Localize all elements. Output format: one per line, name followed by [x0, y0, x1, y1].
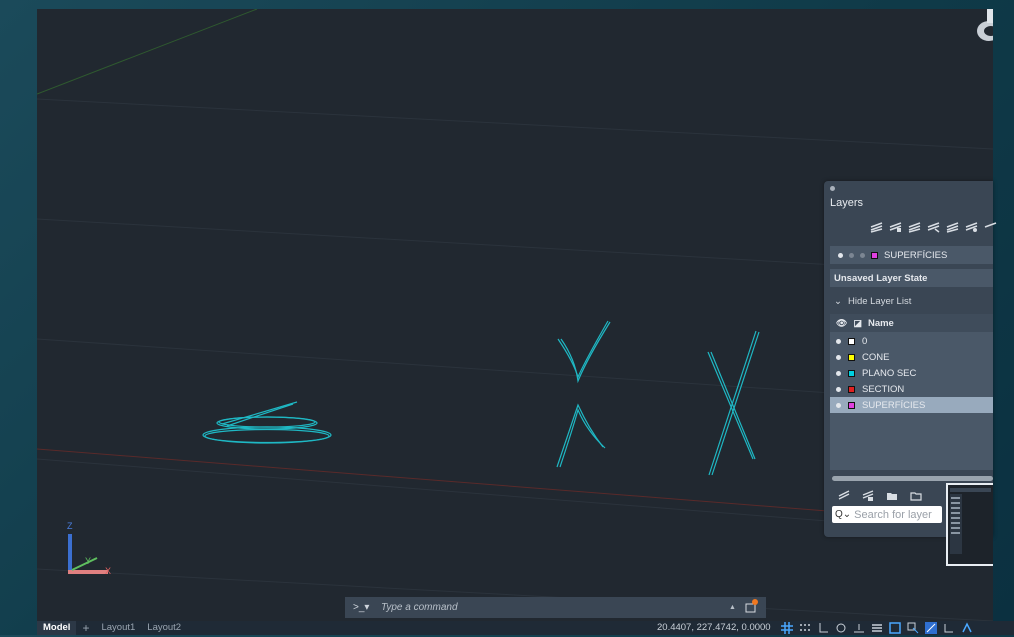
- new-layer-vp-icon[interactable]: [889, 221, 902, 233]
- lineweight-icon[interactable]: [871, 622, 883, 634]
- layer-row[interactable]: SECTION: [830, 381, 993, 397]
- transparency-icon[interactable]: [889, 622, 901, 634]
- layer-name: SUPERFÍCIES: [862, 399, 926, 411]
- current-layer-color: [871, 251, 878, 259]
- ortho-icon[interactable]: [817, 622, 829, 634]
- horizontal-scrollbar[interactable]: [832, 476, 993, 481]
- layer-row-selected[interactable]: SUPERFÍCIES: [830, 397, 993, 413]
- layer-search-input[interactable]: [854, 508, 941, 521]
- command-prompt-icon[interactable]: >_▾: [353, 602, 379, 613]
- polar-icon[interactable]: [835, 622, 847, 634]
- layer-color-swatch[interactable]: [848, 353, 855, 361]
- layer-filter-icon[interactable]: [862, 490, 874, 501]
- lock-icon: [849, 252, 854, 258]
- layer-color-swatch[interactable]: [848, 369, 855, 377]
- visibility-dot-icon[interactable]: [836, 370, 841, 376]
- 3d-osnap-icon[interactable]: [925, 622, 937, 634]
- tab-layout2[interactable]: Layout2: [141, 621, 187, 635]
- layer-name: 0: [862, 335, 868, 347]
- add-layout-button[interactable]: +: [76, 621, 95, 635]
- notification-icon[interactable]: [744, 599, 758, 616]
- folder-open-icon[interactable]: [886, 490, 898, 501]
- visibility-dot-icon[interactable]: [836, 386, 841, 392]
- ucs-icon: Z Y X: [67, 521, 111, 576]
- current-layer-name: SUPERFÍCIES: [884, 249, 948, 261]
- command-input[interactable]: [379, 601, 683, 614]
- chevron-down-icon: ⌄: [834, 295, 842, 307]
- layer-color-swatch[interactable]: [848, 401, 855, 409]
- viewcube-icon[interactable]: [953, 9, 993, 49]
- hide-layer-list-label: Hide Layer List: [847, 295, 912, 307]
- new-layer-icon[interactable]: [870, 221, 883, 233]
- layer-iso-icon[interactable]: [946, 221, 959, 233]
- hyperbola-section: [556, 320, 611, 468]
- layer-properties-icon[interactable]: [838, 490, 850, 501]
- search-icon: Q⌄: [835, 509, 852, 520]
- lines-section: [707, 330, 760, 476]
- layer-row[interactable]: PLANO SEC: [830, 365, 993, 381]
- visibility-dot-icon[interactable]: [836, 338, 841, 344]
- layer-walk-icon[interactable]: [965, 221, 978, 233]
- ucs-x-label: X: [105, 566, 111, 576]
- layer-state-label: Unsaved Layer State: [834, 272, 928, 284]
- snap-icon[interactable]: [799, 622, 811, 634]
- current-layer-dropdown[interactable]: SUPERFÍCIES: [830, 246, 993, 264]
- layer-row[interactable]: CONE: [830, 349, 993, 365]
- checkbox-icon: ◪: [853, 317, 862, 328]
- layer-name: CONE: [862, 351, 890, 363]
- layer-toolbar: [870, 221, 997, 233]
- layer-match-icon[interactable]: [984, 221, 997, 233]
- plot-icon: [860, 252, 865, 258]
- layer-name: PLANO SEC: [862, 367, 917, 379]
- hide-layer-list-toggle[interactable]: ⌄ Hide Layer List: [830, 292, 993, 310]
- ucs-z-label: Z: [67, 521, 73, 531]
- layer-search-field[interactable]: Q⌄: [832, 506, 942, 523]
- command-history-arrow-icon[interactable]: ▲: [729, 604, 736, 611]
- on-dot-icon: [838, 252, 843, 258]
- layers-title: Layers: [830, 197, 864, 209]
- selection-cycling-icon[interactable]: [907, 622, 919, 634]
- circle-section: [202, 401, 332, 444]
- eye-icon: 👁: [836, 317, 848, 328]
- layer-list: 👁 ◪ Name 0 CONE PLANO SEC SECTION SUPERF…: [830, 314, 993, 470]
- tab-model[interactable]: Model: [37, 621, 77, 635]
- annotation-icon[interactable]: [961, 622, 973, 634]
- dynamic-ucs-icon[interactable]: [943, 622, 955, 634]
- set-current-icon[interactable]: [927, 221, 940, 233]
- palette-grip[interactable]: [830, 186, 835, 191]
- coordinates-readout: 20.4407, 227.4742, 0.0000: [657, 622, 771, 633]
- osnap-icon[interactable]: [853, 622, 865, 634]
- layer-name: SECTION: [862, 383, 905, 395]
- layer-color-swatch[interactable]: [848, 385, 855, 393]
- command-line[interactable]: >_▾ ▲: [345, 597, 766, 618]
- grid-icon[interactable]: [781, 622, 793, 634]
- y-axis-line: [37, 9, 258, 95]
- status-toggles: [781, 622, 973, 634]
- layer-state-dropdown[interactable]: Unsaved Layer State: [830, 269, 993, 287]
- folder-icon[interactable]: [910, 490, 922, 501]
- layer-row[interactable]: 0: [830, 333, 993, 349]
- ucs-y-label: Y: [85, 556, 91, 566]
- tab-layout1[interactable]: Layout1: [95, 621, 141, 635]
- visibility-dot-icon[interactable]: [836, 354, 841, 360]
- visibility-dot-icon[interactable]: [836, 402, 841, 408]
- layer-list-header[interactable]: 👁 ◪ Name: [830, 314, 993, 332]
- layer-bottom-tools: [838, 490, 922, 501]
- delete-layer-icon[interactable]: [908, 221, 921, 233]
- status-bar: Model + Layout1 Layout2 20.4407, 227.474…: [37, 621, 1014, 635]
- layout-thumbnail-preview[interactable]: [946, 483, 993, 566]
- layer-color-swatch[interactable]: [848, 337, 855, 345]
- name-column-header: Name: [867, 317, 894, 329]
